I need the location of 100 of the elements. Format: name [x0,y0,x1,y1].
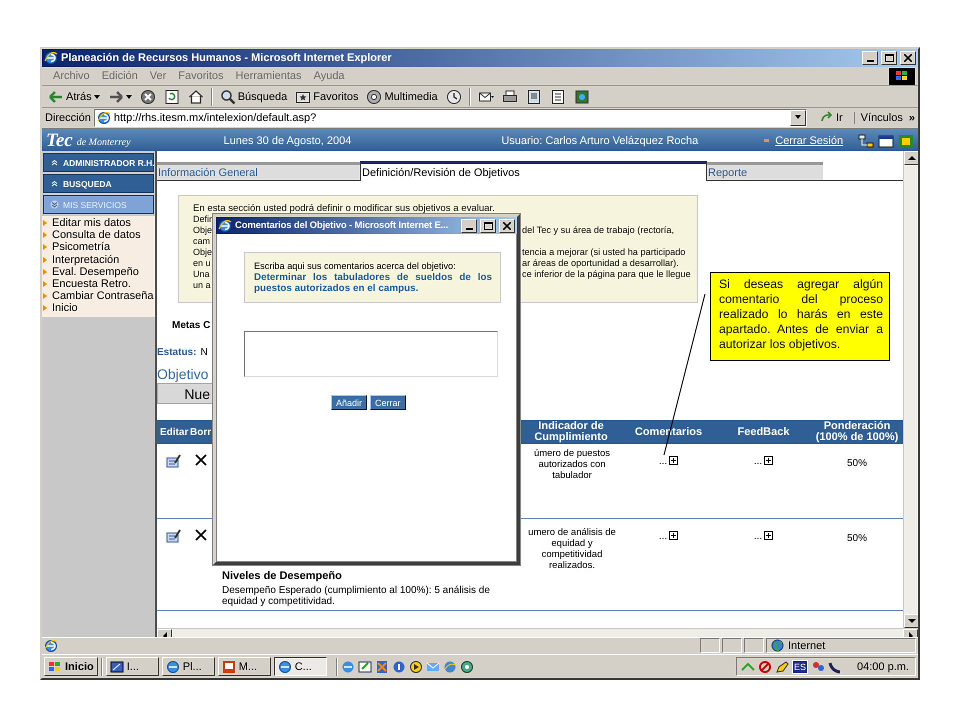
media-button[interactable]: Multimedia [363,88,441,106]
address-field[interactable]: http://rhs.itesm.mx/intelexion/default.asp? [94,109,807,127]
folder-icon[interactable] [898,134,914,148]
status-panel [722,638,742,654]
tab[interactable]: Definición/Revisión de Objetivos [360,161,707,181]
column-header: Indicador de Cumplimiento [521,420,621,444]
logout-link[interactable]: Cerrar Sesión [775,134,844,146]
info-icon[interactable] [392,660,406,674]
page-icon [44,638,58,653]
status-panel [744,638,764,654]
play-icon[interactable] [408,660,423,674]
table-cell-text: umero de análisis de equidad y competitividad realizados. [527,527,617,571]
sidebar-item[interactable]: Interpretación [42,254,155,266]
windows-flag-icon [895,70,909,82]
new-button[interactable]: Nue [157,383,213,404]
expand-icon[interactable] [764,456,774,465]
vertical-scrollbar[interactable] [903,151,918,628]
links-label[interactable]: Vínculos [860,112,903,124]
sidebar-item[interactable]: Consulta de datos [42,229,155,242]
tab[interactable]: Reporte [707,162,823,180]
printer-icon [502,88,518,104]
add-button[interactable]: Añadir [331,395,368,410]
back-arrow-icon [48,88,64,104]
info-text: Defir [193,214,212,225]
people-icon[interactable] [811,660,826,674]
favorites-button[interactable]: Favoritos [292,88,362,106]
sidebar-section[interactable]: ADMINISTRADOR R.H. [43,153,154,172]
window-icon[interactable] [878,134,894,148]
desktop-icon[interactable] [358,660,372,674]
section-title: Objetivo [157,365,208,383]
levels-title: Niveles de Desempeño [222,571,342,582]
minimize-icon [466,228,472,230]
minimize-button[interactable] [461,218,477,232]
chevron-down-icon [50,200,59,209]
info-text: ce inferior de la página para que le llegue [522,269,692,280]
window-title: Comentarios del Objetivo - Microsoft Internet E... [235,220,450,231]
expand-icon[interactable] [764,531,774,540]
taskbar-button[interactable]: C... [274,657,327,676]
comments-text: ... [658,456,668,467]
menu-item[interactable]: Ver [144,68,172,84]
media-icon[interactable] [374,660,389,674]
edit-icon[interactable] [166,454,182,468]
menu-item[interactable]: Ayuda [308,68,350,84]
info-text: En esta sección usted podrá definir o modificar sus objetivos a evaluar. [193,203,496,214]
comment-field[interactable] [244,331,498,377]
sidebar-item[interactable]: Cambiar Contraseña [42,290,155,302]
menu-item[interactable]: Archivo [48,68,95,84]
pencil-icon[interactable] [775,660,789,674]
search-button[interactable]: Búsqueda [216,88,290,106]
sidebar-section[interactable]: BUSQUEDA [43,174,154,193]
sidebar-item[interactable]: Inicio [42,302,155,314]
media-icon [366,88,382,104]
forward-arrow-icon [108,88,124,104]
table-cell: 50% [846,533,867,544]
delete-icon[interactable] [195,529,207,541]
menu-item[interactable]: Favoritos [173,68,229,84]
sidebar-item[interactable]: Editar mis datos [42,217,155,230]
taskbar-button[interactable]: M... [218,657,271,676]
user-name: Usuario: Carlos Arturo Velázquez Rocha [501,134,698,146]
minimize-button[interactable] [862,51,878,65]
expand-icon[interactable] [669,456,678,465]
windows-flag-icon [48,660,62,673]
callout-note: Si deseas agregar algún comentario del proceso realizado lo harás en este apartado. Antes de enviar a autorizar los objetivos. [710,272,890,361]
expand-icon[interactable] [669,531,678,540]
dropdown-button[interactable] [790,110,806,126]
close-button[interactable] [499,218,515,232]
close-button[interactable]: Cerrar [370,395,406,410]
tab[interactable]: Información General [157,162,360,180]
delete-icon[interactable] [195,454,207,466]
messenger-icon [574,88,590,104]
globe-icon[interactable] [460,660,474,674]
scroll-up-button[interactable] [904,151,918,165]
sitemap-icon[interactable] [858,134,874,148]
column-header: Borr [190,420,212,444]
antivirus-icon[interactable] [758,660,772,674]
taskbar-button[interactable]: I... [106,657,159,676]
menu-item[interactable]: Herramientas [230,68,307,84]
menu-item[interactable]: Edición [96,68,143,84]
go-button[interactable]: Ir [810,111,851,125]
sidebar-item[interactable]: Psicometría [42,241,155,254]
phone-icon[interactable] [828,660,842,674]
info-text: un a [193,280,211,291]
more-chevron[interactable]: » [908,112,915,124]
maximize-button[interactable] [480,218,496,232]
maximize-button[interactable] [881,51,897,65]
scroll-down-button[interactable] [904,614,918,628]
page-icon [96,111,111,125]
history-icon [446,88,462,104]
back-button[interactable]: Atrás [45,88,103,106]
start-button[interactable]: Inicio [44,657,98,676]
table-cell: 50% [846,458,867,469]
close-button[interactable] [900,51,916,65]
sidebar-item[interactable]: Encuesta Retro. [42,278,155,290]
edit-icon[interactable] [166,529,182,543]
home-icon [188,88,204,104]
taskbar-button[interactable]: Pl... [162,657,215,676]
logo-subtitle: de Monterrey [76,137,131,148]
maximize-icon [884,54,894,62]
language-indicator[interactable]: ES [792,660,808,674]
sidebar-item[interactable]: Eval. Desempeño [42,266,155,278]
